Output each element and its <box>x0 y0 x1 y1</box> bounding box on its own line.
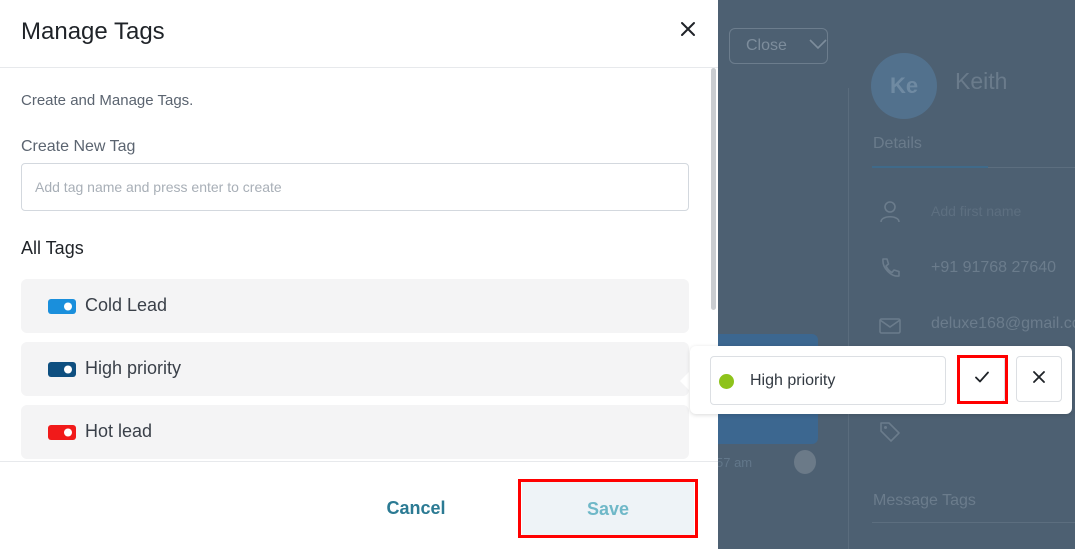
status-dropdown-label: Close <box>746 37 787 54</box>
tab-rule <box>988 167 1075 168</box>
check-icon <box>974 369 990 390</box>
manage-tags-modal: Manage Tags Create and Manage Tags. Crea… <box>0 0 718 549</box>
close-icon <box>1031 369 1047 390</box>
tag-item-high-priority[interactable]: High priority <box>21 342 689 396</box>
chevron-down-icon <box>809 37 827 55</box>
tag-color-swatch[interactable] <box>719 374 734 389</box>
tag-color-icon <box>48 299 76 314</box>
footer-divider <box>0 461 718 462</box>
modal-intro: Create and Manage Tags. <box>21 92 194 109</box>
tag-label: High priority <box>85 358 182 378</box>
mail-icon <box>878 314 902 338</box>
person-icon <box>878 199 902 223</box>
confirm-button[interactable] <box>958 356 1005 402</box>
email-value: deluxe168@gmail.com <box>931 315 1075 332</box>
tag-color-icon <box>48 362 76 377</box>
contact-name: Keith <box>955 68 1008 94</box>
tag-item-cold-lead[interactable]: Cold Lead <box>21 279 689 333</box>
section-rule <box>872 522 1075 523</box>
tab-details: Details <box>873 135 922 152</box>
scrollbar-thumb[interactable] <box>711 68 716 310</box>
discard-button[interactable] <box>1016 356 1062 402</box>
phone-value: +91 91768 27640 <box>931 259 1057 276</box>
modal-title: Manage Tags <box>21 18 165 45</box>
message-tags-heading: Message Tags <box>873 492 976 509</box>
tag-icon <box>878 420 902 444</box>
all-tags-heading: All Tags <box>21 238 84 258</box>
header-divider <box>0 67 718 68</box>
close-icon[interactable] <box>678 19 698 39</box>
tag-label: Cold Lead <box>85 295 168 315</box>
tag-item-hot-lead[interactable]: Hot lead <box>21 405 689 459</box>
create-tag-label: Create New Tag <box>21 138 136 155</box>
status-dropdown: Close <box>729 28 828 64</box>
tab-underline <box>872 166 988 168</box>
edit-tag-input[interactable] <box>748 366 942 396</box>
panel-divider <box>848 88 849 549</box>
contact-avatar: Ke <box>871 53 937 119</box>
tag-color-icon <box>48 425 76 440</box>
avatar <box>794 450 816 474</box>
save-button[interactable]: Save <box>522 482 694 536</box>
cancel-button[interactable]: Cancel <box>370 493 462 523</box>
message-time: 57 am <box>716 455 753 470</box>
new-tag-input[interactable] <box>21 163 689 211</box>
tag-label: Hot lead <box>85 421 153 441</box>
first-name-field: Add first name <box>931 203 1022 219</box>
phone-icon <box>878 256 902 280</box>
